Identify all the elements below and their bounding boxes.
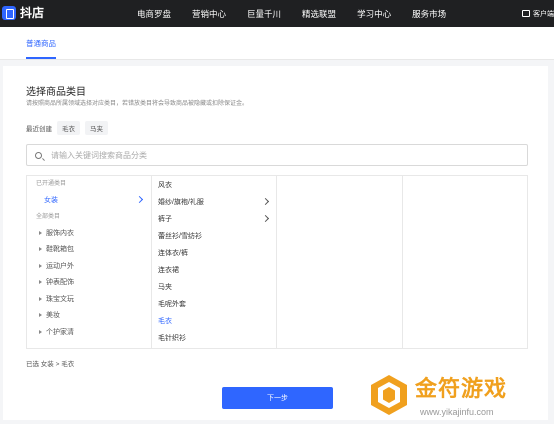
nav-item-compass[interactable]: 电商罗盘	[137, 8, 171, 20]
caret-right-icon	[39, 296, 42, 301]
subcategory-item[interactable]: 蕾丝衫/雪纺衫	[152, 227, 276, 244]
nav-item-marketing[interactable]: 营销中心	[192, 8, 226, 20]
subcategory-item[interactable]: 裤子	[152, 210, 276, 227]
recent-created: 最近创建 毛衣 马夹	[26, 121, 108, 135]
watermark-logo-icon	[371, 375, 407, 415]
category-item[interactable]: 美妆	[27, 307, 151, 324]
category-label: 运动户外	[46, 262, 74, 270]
client-label: 客户端	[533, 10, 554, 18]
logo[interactable]: 抖店	[2, 4, 44, 21]
category-label: 服饰内衣	[46, 229, 74, 237]
category-level-3	[277, 176, 403, 348]
doudian-logo-icon	[2, 5, 16, 20]
caret-right-icon	[39, 280, 42, 285]
caret-right-icon	[39, 230, 42, 235]
nav-item-learning[interactable]: 学习中心	[357, 8, 391, 20]
monitor-icon	[522, 10, 530, 17]
subcategory-label: 婚纱/旗袍/礼服	[158, 198, 204, 206]
subcategory-item-selected[interactable]: 毛衣	[152, 312, 276, 329]
active-tab-indicator	[26, 57, 56, 59]
all-categories-label: 全部类目	[36, 213, 61, 220]
opened-categories-label: 已开通类目	[36, 181, 67, 187]
subcategory-item[interactable]: 毛呢外套	[152, 295, 276, 312]
nav-item-qianchuan[interactable]: 巨量千川	[247, 8, 281, 20]
category-label: 美妆	[46, 312, 60, 320]
category-label: 钟表配饰	[46, 279, 74, 287]
category-item[interactable]: 运动户外	[27, 258, 151, 275]
logo-text: 抖店	[20, 6, 45, 20]
chevron-right-icon	[261, 214, 270, 223]
category-item[interactable]: 个护家清	[27, 324, 151, 341]
chevron-right-icon	[261, 197, 270, 206]
next-step-button[interactable]: 下一步	[222, 387, 333, 409]
subcategory-label: 裤子	[158, 215, 172, 223]
subcategory-item[interactable]: 毛针织衫	[152, 329, 276, 346]
category-level-1: 已开通类目 女装 全部类目 服饰内衣 鞋靴箱包 运动户外 钟表配饰 珠宝文玩 美…	[27, 176, 152, 348]
caret-right-icon	[39, 247, 42, 252]
category-item[interactable]: 服饰内衣	[27, 225, 151, 242]
nav-item-alliance[interactable]: 精选联盟	[302, 8, 336, 20]
recent-tag[interactable]: 毛衣	[57, 121, 80, 135]
subcategory-item[interactable]: 婚纱/旗袍/礼服	[152, 193, 276, 210]
watermark: 金符游戏 www.yikajinfu.com	[370, 370, 554, 424]
category-item[interactable]: 珠宝文玩	[27, 291, 151, 308]
category-label: 个护家清	[46, 328, 74, 336]
category-select-card: 选择商品类目 请按照商品所属领域选择对应类目，若错放类目将会导致商品被隐藏或扣除…	[3, 66, 548, 420]
category-label: 女装	[44, 197, 58, 205]
category-item-womenswear[interactable]: 女装	[27, 192, 151, 209]
category-search-box	[26, 144, 528, 166]
page-title: 选择商品类目	[26, 87, 86, 98]
category-item[interactable]: 钟表配饰	[27, 274, 151, 291]
top-navigation-bar: 抖店 电商罗盘 营销中心 巨量千川 精选联盟 学习中心 服务市场 客户端	[0, 0, 554, 27]
chevron-right-icon	[135, 195, 144, 204]
category-level-2: 风衣 婚纱/旗袍/礼服 裤子 蕾丝衫/雪纺衫 连体衣/裤 连衣裙 马夹 毛呢外套…	[152, 176, 277, 348]
main-nav: 电商罗盘 营销中心 巨量千川 精选联盟 学习中心 服务市场	[137, 0, 446, 27]
caret-right-icon	[39, 313, 42, 318]
watermark-title: 金符游戏	[415, 376, 508, 401]
caret-right-icon	[39, 329, 42, 334]
watermark-url: www.yikajinfu.com	[420, 407, 494, 417]
caret-right-icon	[39, 263, 42, 268]
subcategory-item[interactable]: 马夹	[152, 278, 276, 295]
category-label: 珠宝文玩	[46, 295, 74, 303]
search-icon	[35, 151, 42, 159]
category-item[interactable]: 鞋靴箱包	[27, 241, 151, 258]
product-type-tabs: 普通商品	[0, 27, 554, 60]
category-label: 鞋靴箱包	[46, 246, 74, 254]
subcategory-item[interactable]: 风衣	[152, 176, 276, 193]
category-search-input[interactable]	[51, 150, 501, 160]
subcategory-item[interactable]: 连体衣/裤	[152, 244, 276, 261]
nav-item-service-market[interactable]: 服务市场	[412, 8, 446, 20]
subcategory-item[interactable]: 连衣裙	[152, 261, 276, 278]
client-download[interactable]: 客户端	[522, 0, 554, 27]
category-level-4	[403, 176, 527, 348]
category-cascader: 已开通类目 女装 全部类目 服饰内衣 鞋靴箱包 运动户外 钟表配饰 珠宝文玩 美…	[26, 175, 528, 349]
tab-normal-product[interactable]: 普通商品	[26, 38, 56, 49]
selected-category-path: 已选 女装 > 毛衣	[26, 361, 75, 368]
recent-label: 最近创建	[26, 126, 52, 133]
recent-tag[interactable]: 马夹	[85, 121, 108, 135]
page-description: 请按照商品所属领域选择对应类目，若错放类目将会导致商品被隐藏或扣除保证金。	[26, 101, 249, 107]
